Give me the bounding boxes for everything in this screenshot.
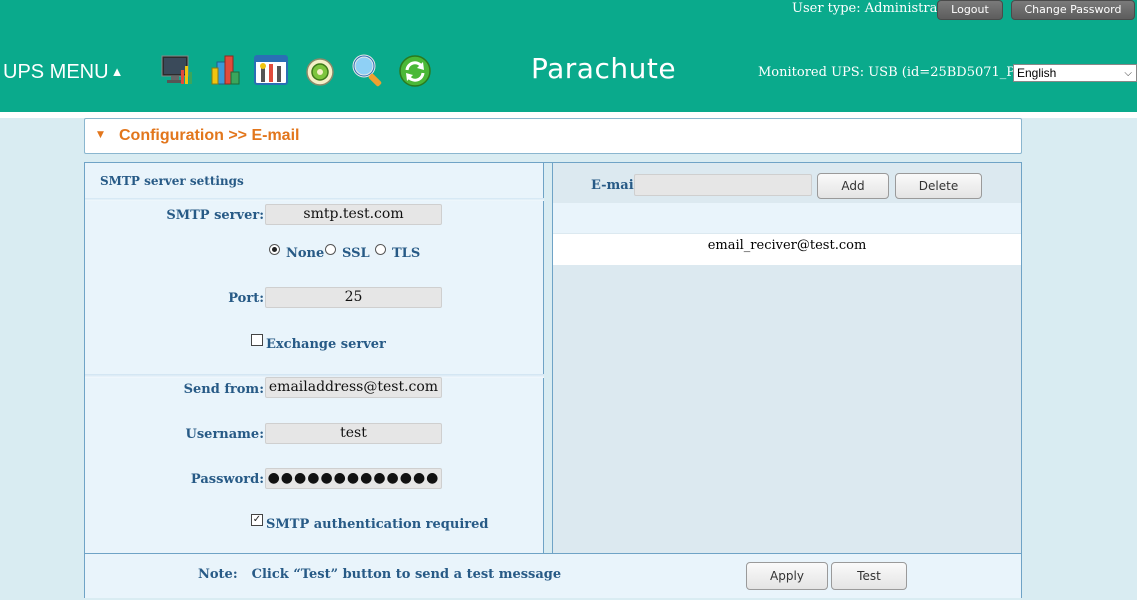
top-header: User type: Administrator Logout Change P… — [0, 0, 1137, 112]
ups-menu-label: UPS MENU — [3, 61, 109, 83]
exchange-server-label: Exchange server — [266, 337, 386, 352]
monitored-ups-label: Monitored UPS: USB (id=25BD5071_PMV) — [758, 65, 1043, 80]
password-label: Password: — [190, 472, 264, 487]
page-title: Configuration >> E-mail — [119, 127, 300, 144]
email-label: E-mail — [591, 178, 639, 193]
smtp-auth-label: SMTP authentication required — [266, 517, 489, 532]
language-selected-value: English — [1017, 66, 1057, 80]
breadcrumb: ▼ Configuration >> E-mail — [84, 118, 1022, 154]
port-input[interactable]: 25 — [265, 287, 442, 308]
list-item[interactable]: email_reciver@test.com — [553, 234, 1021, 265]
configuration-tools-icon[interactable] — [253, 52, 289, 88]
language-select[interactable]: English ⌵ — [1013, 64, 1137, 82]
send-from-input[interactable]: emailaddress@test.com — [265, 377, 442, 398]
triangle-up-icon: ▲ — [110, 64, 124, 79]
test-button[interactable]: Test — [831, 562, 907, 590]
send-from-label: Send from: — [183, 382, 264, 397]
port-label: Port: — [228, 291, 264, 306]
monitor-icon[interactable] — [159, 52, 195, 88]
security-label-none: None — [286, 246, 325, 261]
footer-bar: Note: Click “Test” button to send a test … — [85, 553, 1021, 598]
triangle-down-icon: ▼ — [97, 130, 104, 140]
email-recipients-panel: E-mail Add Delete email_reciver@test.com — [553, 163, 1021, 553]
logout-button[interactable]: Logout — [937, 0, 1003, 20]
chevron-down-icon: ⌵ — [1124, 68, 1132, 79]
note-label: Note: — [198, 567, 238, 582]
add-email-button[interactable]: Add — [817, 173, 889, 199]
smtp-settings-panel: SMTP server settings SMTP server: smtp.t… — [85, 163, 544, 553]
refresh-icon[interactable] — [397, 52, 433, 88]
data-log-icon[interactable] — [207, 52, 243, 88]
smtp-server-input[interactable]: smtp.test.com — [265, 204, 442, 225]
email-input[interactable] — [634, 174, 812, 196]
security-label-ssl: SSL — [342, 246, 370, 261]
username-label: Username: — [185, 427, 264, 442]
password-input[interactable]: ●●●●●●●●●●●●● — [265, 468, 442, 489]
note-text: Click “Test” button to send a test messa… — [251, 567, 562, 582]
smtp-section-title: SMTP server settings — [100, 174, 244, 188]
exchange-server-checkbox[interactable] — [251, 334, 263, 346]
security-label-tls: TLS — [392, 246, 421, 261]
change-password-button[interactable]: Change Password — [1011, 0, 1135, 20]
recipient-list-header — [553, 203, 1021, 233]
shutdown-disc-icon[interactable] — [302, 52, 338, 88]
smtp-server-label: SMTP server: — [166, 208, 264, 223]
test-note: Note: Click “Test” button to send a test … — [198, 567, 561, 582]
security-radio-tls[interactable] — [375, 244, 386, 255]
username-input[interactable]: test — [265, 423, 442, 444]
ups-menu-toggle[interactable]: UPS MENU ▲ — [3, 61, 123, 84]
security-radio-ssl[interactable] — [325, 244, 336, 255]
apply-button[interactable]: Apply — [746, 562, 828, 590]
security-radio-none[interactable] — [269, 244, 280, 255]
brand-logo-text: Parachute — [531, 52, 677, 85]
delete-email-button[interactable]: Delete — [895, 173, 982, 199]
smtp-auth-checkbox[interactable]: ✓ — [251, 514, 263, 526]
search-icon[interactable] — [350, 52, 386, 88]
user-type-label: User type: Administrator — [792, 1, 957, 16]
section-divider — [85, 198, 544, 201]
email-config-panel: SMTP server settings SMTP server: smtp.t… — [84, 162, 1022, 598]
